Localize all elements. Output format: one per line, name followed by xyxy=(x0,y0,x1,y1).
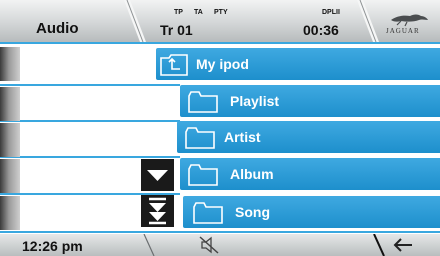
track-number: Tr 01 xyxy=(160,22,193,38)
list-item-label: Album xyxy=(230,166,274,182)
ta-indicator: TA xyxy=(194,9,203,16)
list-item-album[interactable]: Album xyxy=(180,158,440,190)
elapsed-time: 00:36 xyxy=(303,22,339,38)
pty-indicator: PTY xyxy=(214,9,228,16)
list-item-label: Song xyxy=(235,204,270,220)
current-folder-row[interactable]: My ipod xyxy=(156,48,440,80)
current-folder-label: My ipod xyxy=(196,56,249,72)
footer-bar: 12:26 pm xyxy=(0,234,440,256)
list-divider xyxy=(0,120,180,122)
list-item-label: Artist xyxy=(224,129,261,145)
header-accent-line xyxy=(0,42,440,44)
list-item-song[interactable]: Song xyxy=(183,196,440,228)
folder-up-icon xyxy=(160,54,188,76)
scroll-down-button[interactable] xyxy=(141,159,174,191)
source-label[interactable]: Audio xyxy=(36,20,79,37)
brand-wordmark: JAGUAR xyxy=(386,27,420,35)
double-chevron-down-icon xyxy=(149,197,166,225)
list-item-label: Playlist xyxy=(230,93,280,109)
folder-icon xyxy=(185,127,215,149)
audio-screen: Audio TP TA PTY Tr 01 DPLII 00:36 JAGUAR xyxy=(0,0,440,256)
footer-divider xyxy=(143,234,155,256)
header-divider xyxy=(124,0,146,42)
tp-indicator: TP xyxy=(174,9,183,16)
footer-accent-line xyxy=(0,231,440,233)
folder-icon xyxy=(188,91,218,113)
chevron-down-icon xyxy=(147,170,168,181)
header-divider xyxy=(357,0,379,42)
dplii-indicator: DPLII xyxy=(322,9,340,16)
side-tab[interactable] xyxy=(0,87,20,121)
status-header: Audio TP TA PTY Tr 01 DPLII 00:36 JAGUAR xyxy=(0,0,440,42)
list-divider xyxy=(0,156,180,158)
footer-divider xyxy=(373,234,385,256)
folder-icon xyxy=(193,202,223,224)
list-divider xyxy=(0,84,180,86)
side-tab[interactable] xyxy=(0,47,20,81)
side-tab[interactable] xyxy=(0,123,20,157)
folder-icon xyxy=(188,164,218,186)
clock: 12:26 pm xyxy=(22,238,83,254)
back-arrow-icon[interactable] xyxy=(392,237,414,253)
speaker-mute-icon[interactable] xyxy=(198,236,220,254)
side-tab[interactable] xyxy=(0,196,20,230)
page-down-button[interactable] xyxy=(141,195,174,227)
side-tab[interactable] xyxy=(0,159,20,193)
list-item-artist[interactable]: Artist xyxy=(177,121,440,153)
list-item-playlist[interactable]: Playlist xyxy=(180,85,440,117)
